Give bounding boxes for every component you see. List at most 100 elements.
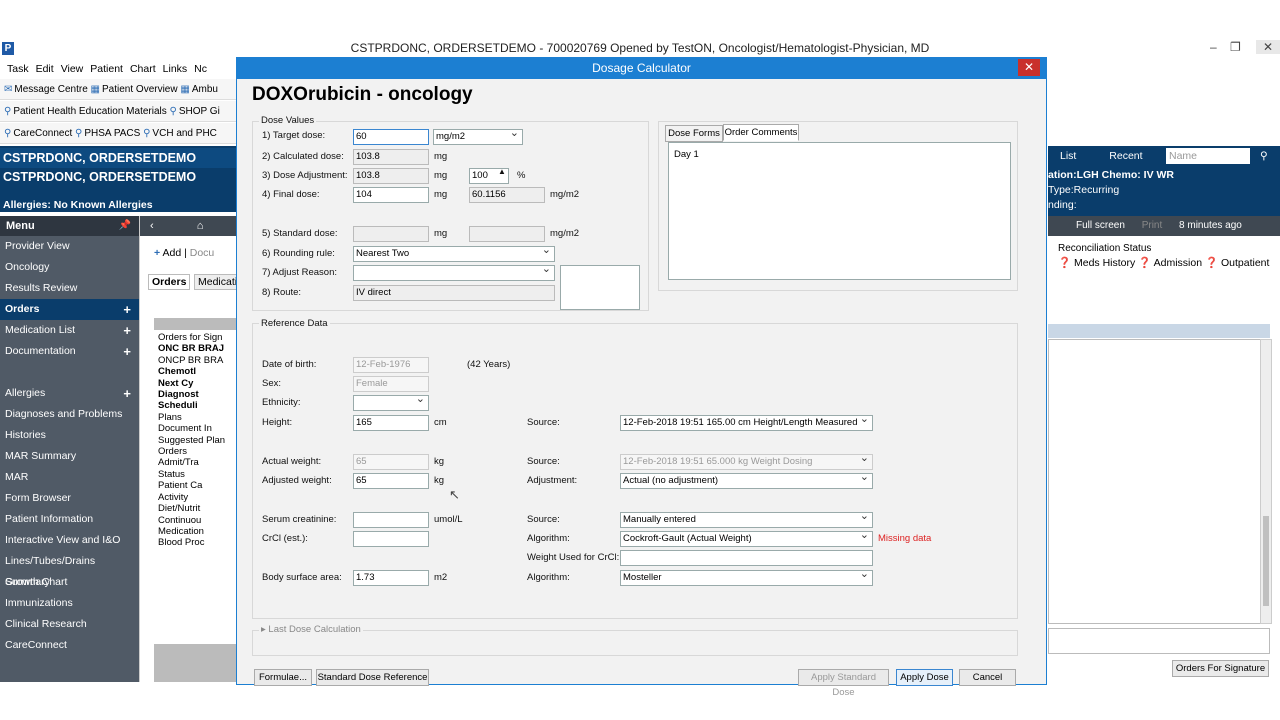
standard-dose-reference-button[interactable]: Standard Dose Reference	[316, 669, 429, 686]
tree-item[interactable]: Blood Proc	[158, 537, 239, 548]
orders-for-signature-button[interactable]: Orders For Signature	[1172, 660, 1269, 677]
add-icon[interactable]: +	[123, 341, 131, 362]
tree-item[interactable]: Chemotl	[158, 366, 239, 377]
document-button[interactable]: Docu	[190, 247, 215, 259]
scrollbar-thumb[interactable]	[1263, 516, 1269, 606]
add-icon[interactable]: +	[123, 320, 131, 341]
bsa-algorithm-select[interactable]: Mosteller	[620, 570, 873, 586]
adjusted-weight-input[interactable]: 65	[353, 473, 429, 489]
tree-item[interactable]: ONC BR BRAJ	[158, 343, 239, 354]
tree-item[interactable]: Document In	[158, 423, 239, 434]
sidebar-item-documentation[interactable]: Documentation +	[0, 341, 139, 362]
restore-icon[interactable]: ❐	[1230, 40, 1241, 54]
height-source-select[interactable]: 12-Feb-2018 19:51 165.00 cm Height/Lengt…	[620, 415, 873, 431]
menu-task[interactable]: Task	[7, 63, 29, 75]
sidebar-item-clinical-research[interactable]: Clinical Research	[0, 614, 139, 635]
full-screen-button[interactable]: Full screen	[1076, 220, 1125, 231]
sidebar-item-results-review[interactable]: Results Review	[0, 278, 139, 299]
crcl-input[interactable]	[353, 531, 429, 547]
recent-button[interactable]: Recent	[1109, 150, 1142, 162]
apply-dose-button[interactable]: Apply Dose	[896, 669, 953, 686]
sidebar-item-immunizations[interactable]: Immunizations	[0, 593, 139, 614]
tab-orders[interactable]: Orders	[148, 274, 191, 290]
adjust-reason-comment[interactable]	[560, 265, 640, 310]
sidebar-item-careconnect[interactable]: CareConnect	[0, 635, 139, 656]
sidebar-item-lines-tubes-drains-summary[interactable]: Lines/Tubes/Drains Summary	[0, 551, 139, 588]
tree-item[interactable]: Status	[158, 469, 239, 480]
close-window-icon[interactable]: ✕	[1256, 40, 1280, 54]
crcl-algorithm-select[interactable]: Cockroft-Gault (Actual Weight)	[620, 531, 873, 547]
target-dose-unit-select[interactable]: mg/m2	[433, 129, 523, 145]
tree-item[interactable]: Orders	[158, 446, 239, 457]
sidebar-item-provider-view[interactable]: Provider View	[0, 236, 139, 257]
tree-item[interactable]: Continuou	[158, 515, 239, 526]
name-search-input[interactable]: Name	[1166, 148, 1250, 164]
outpatient-link[interactable]: Outpatient	[1221, 257, 1269, 269]
tree-item[interactable]: Orders for Sign	[158, 332, 239, 343]
minimize-icon[interactable]: –	[1210, 40, 1217, 54]
admission-link[interactable]: Admission	[1154, 257, 1202, 269]
formulae-button[interactable]: Formulae...	[254, 669, 312, 686]
stepper-arrows-icon[interactable]: ▲	[498, 167, 506, 176]
refresh-time[interactable]: 8 minutes ago	[1179, 220, 1242, 231]
meds-history-link[interactable]: Meds History	[1074, 257, 1135, 269]
dialog-close-icon[interactable]: ✕	[1018, 59, 1040, 76]
tab-medication[interactable]: Medicati	[194, 274, 242, 290]
tree-item[interactable]: Next Cy	[158, 378, 239, 389]
toolbar-patient-overview[interactable]: Patient Overview	[102, 84, 178, 95]
sidebar-item-patient-information[interactable]: Patient Information	[0, 509, 139, 530]
toolbar-shop[interactable]: SHOP Gi	[179, 106, 220, 117]
sidebar-item-form-browser[interactable]: Form Browser	[0, 488, 139, 509]
sidebar-item-mar-summary[interactable]: MAR Summary	[0, 446, 139, 467]
last-dose-expander[interactable]: ▸ Last Dose Calculation	[259, 624, 363, 635]
adjustment-select[interactable]: Actual (no adjustment)	[620, 473, 873, 489]
right-text-area[interactable]	[1048, 628, 1270, 654]
tree-item[interactable]: Diet/Nutrit	[158, 503, 239, 514]
height-input[interactable]: 165	[353, 415, 429, 431]
final-dose-input[interactable]: 104	[353, 187, 429, 203]
menu-view[interactable]: View	[61, 63, 84, 75]
tree-item[interactable]: Plans	[158, 412, 239, 423]
print-button[interactable]: Print	[1142, 220, 1163, 231]
sidebar-item-growth-chart[interactable]: Growth Chart	[0, 572, 139, 593]
toolbar-health-education[interactable]: Patient Health Education Materials	[13, 106, 166, 117]
scrollbar[interactable]	[1260, 339, 1272, 624]
list-button[interactable]: List	[1060, 150, 1076, 162]
sidebar-item-interactive-view-and-i-o[interactable]: Interactive View and I&O	[0, 530, 139, 551]
toolbar-vch[interactable]: VCH and PHC	[152, 128, 216, 139]
sidebar-item-medication-list[interactable]: Medication List +	[0, 320, 139, 341]
menu-nc[interactable]: Nc	[194, 63, 207, 75]
search-icon[interactable]: ⚲	[1260, 146, 1268, 166]
cancel-button[interactable]: Cancel	[959, 669, 1016, 686]
sidebar-item-histories[interactable]: Histories	[0, 425, 139, 446]
sidebar-item-allergies[interactable]: Allergies +	[0, 383, 139, 404]
tree-item[interactable]: Patient Ca	[158, 480, 239, 491]
toolbar-careconnect[interactable]: CareConnect	[13, 128, 72, 139]
back-icon[interactable]: ‹	[150, 220, 154, 232]
rounding-rule-select[interactable]: Nearest Two	[353, 246, 555, 262]
add-button[interactable]: Add	[162, 247, 181, 259]
menu-chart[interactable]: Chart	[130, 63, 156, 75]
tab-dose-forms[interactable]: Dose Forms	[665, 125, 723, 142]
tree-item[interactable]: ONCP BR BRA	[158, 355, 239, 366]
menu-links[interactable]: Links	[163, 63, 188, 75]
sidebar-item-mar[interactable]: MAR	[0, 467, 139, 488]
bsa-input[interactable]: 1.73	[353, 570, 429, 586]
toolbar-ambu[interactable]: Ambu	[192, 84, 218, 95]
tree-item[interactable]: Suggested Plan	[158, 435, 239, 446]
toolbar-phsa-pacs[interactable]: PHSA PACS	[84, 128, 140, 139]
add-icon[interactable]: +	[123, 299, 131, 320]
tree-item[interactable]: Admit/Tra	[158, 457, 239, 468]
tab-order-comments[interactable]: Order Comments	[723, 124, 799, 141]
ethnicity-select[interactable]	[353, 395, 429, 411]
adjust-reason-select[interactable]	[353, 265, 555, 281]
serum-creatinine-input[interactable]	[353, 512, 429, 528]
pin-icon[interactable]: 📌	[119, 216, 131, 236]
patient-tab[interactable]: CSTPRDONC, ORDERSETDEMO	[0, 148, 238, 168]
tree-item[interactable]: Scheduli	[158, 400, 239, 411]
creatinine-source-select[interactable]: Manually entered	[620, 512, 873, 528]
target-dose-input[interactable]: 60	[353, 129, 429, 145]
sidebar-item-orders[interactable]: Orders +	[0, 299, 139, 320]
apply-standard-dose-button[interactable]: Apply Standard Dose	[798, 669, 889, 698]
sidebar-item-diagnoses-and-problems[interactable]: Diagnoses and Problems	[0, 404, 139, 425]
